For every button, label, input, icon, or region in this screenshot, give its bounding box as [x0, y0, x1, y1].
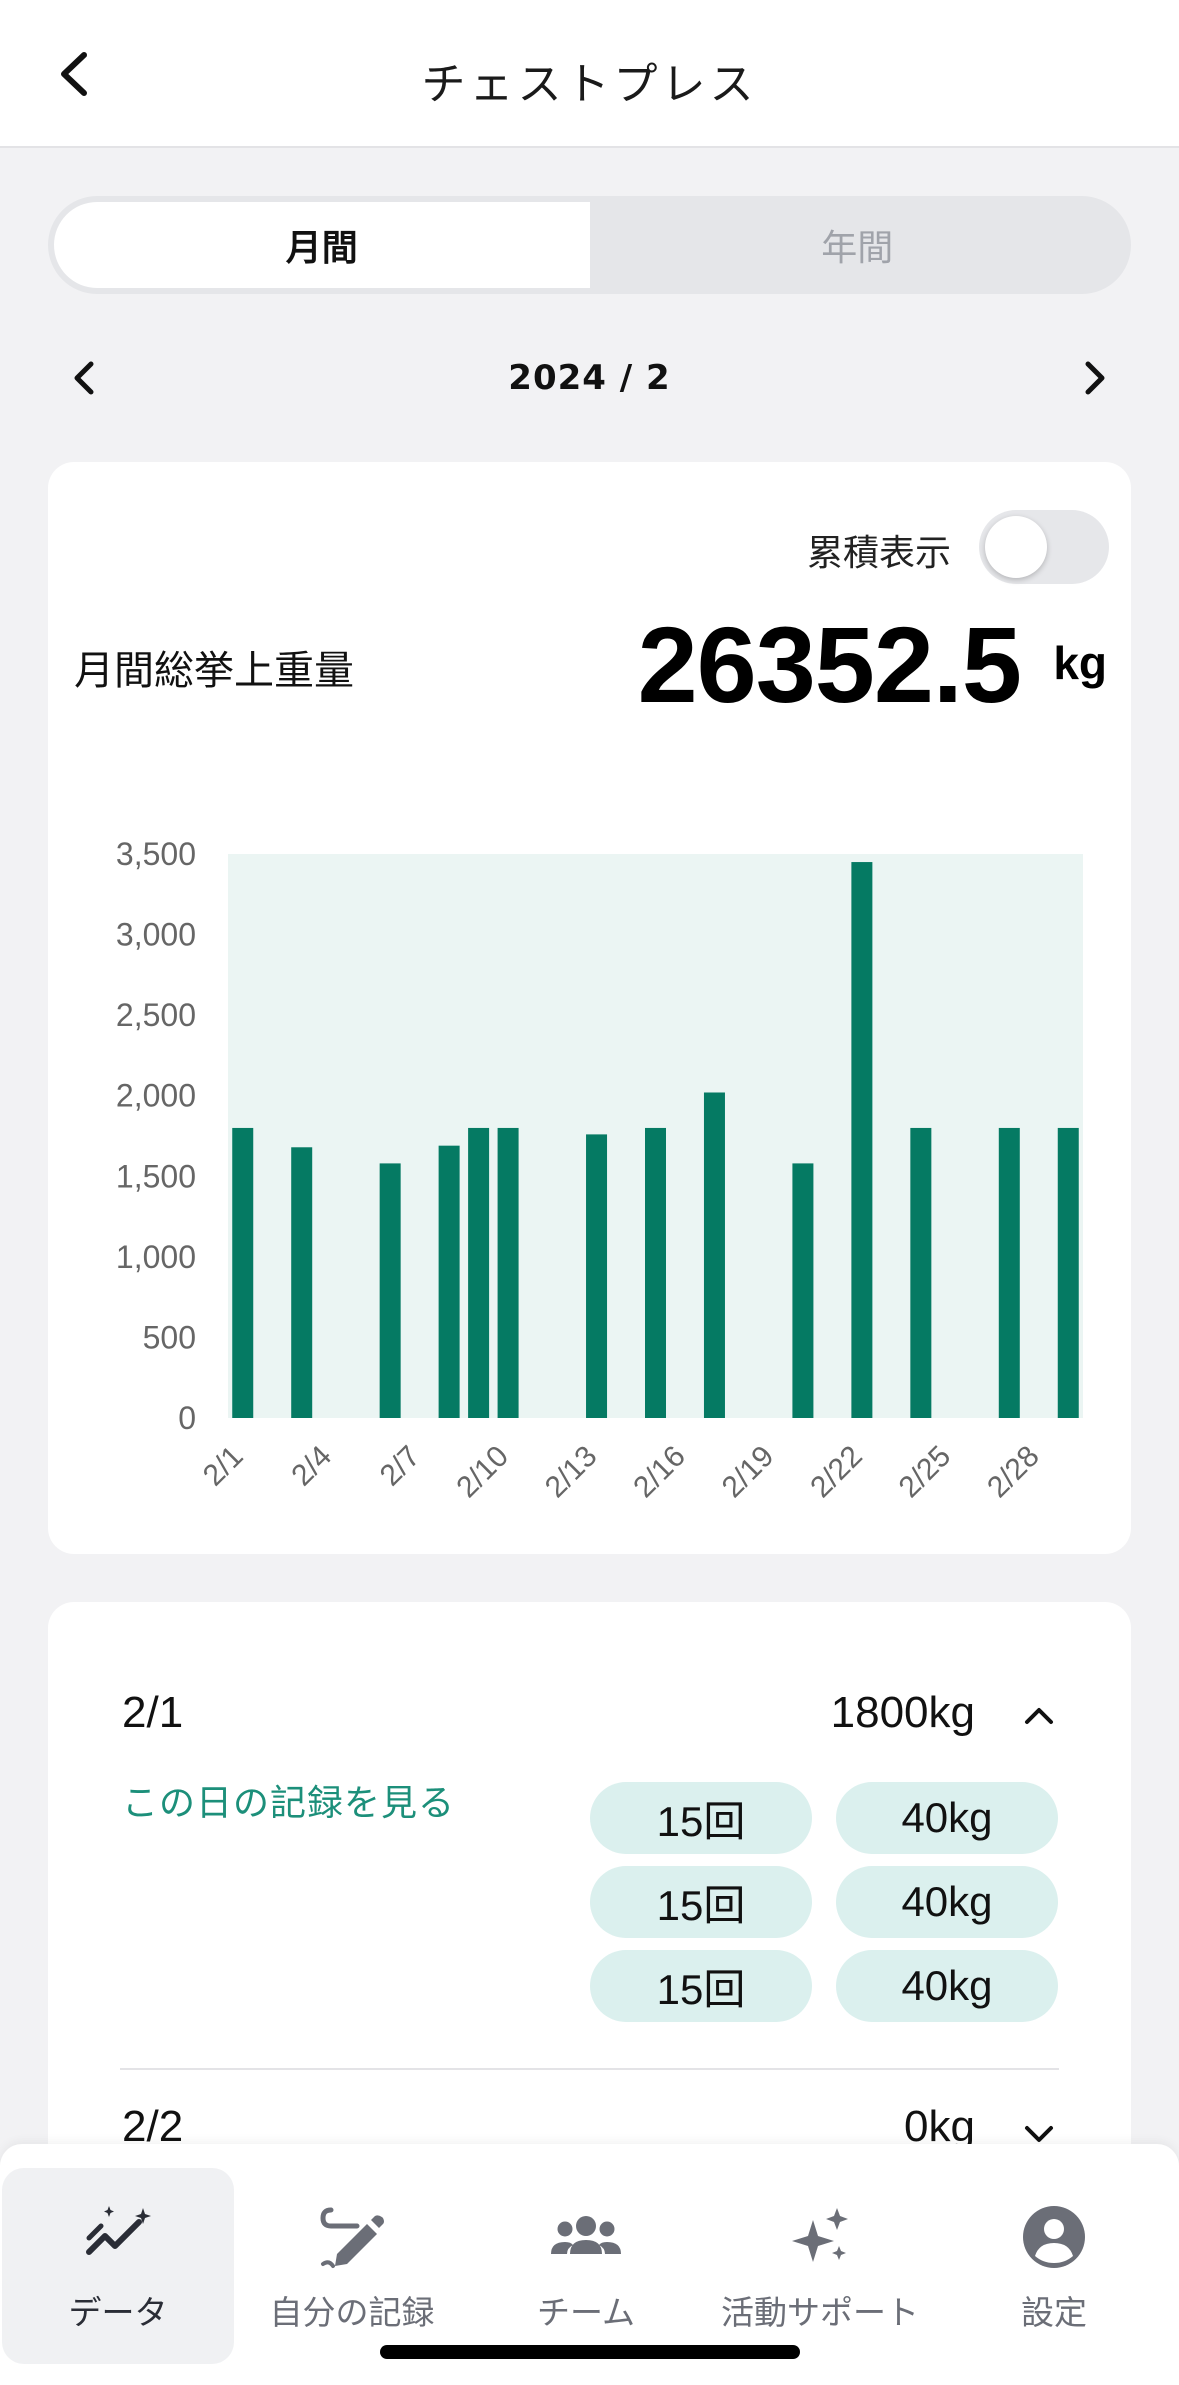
x-tick-label: 2/7: [374, 1440, 427, 1493]
chart-bar[interactable]: [645, 1127, 666, 1418]
chevron-up-icon[interactable]: [1021, 1698, 1057, 1734]
tab-data[interactable]: データ: [2, 2168, 234, 2364]
tab-label: データ: [68, 2293, 168, 2332]
total-weight-unit: kg: [1053, 637, 1107, 689]
set-weight-pill: 40kg: [836, 1782, 1058, 1854]
chart-bar[interactable]: [792, 1163, 814, 1418]
top-bar: チェストプレス: [0, 0, 1179, 148]
chart-bar[interactable]: [379, 1163, 401, 1418]
tab-my-records[interactable]: 自分の記録: [236, 2168, 468, 2364]
x-tick-label: 2/10: [450, 1440, 515, 1505]
x-tick-label: 2/22: [804, 1440, 869, 1505]
tab-settings[interactable]: 設定: [938, 2168, 1170, 2364]
y-tick-label: 500: [143, 1319, 196, 1355]
y-tick-label: 0: [178, 1400, 196, 1436]
page-title: チェストプレス: [421, 59, 758, 110]
current-month-label: 2024 / 2: [508, 358, 671, 398]
cumulative-toggle-label: 累積表示: [806, 533, 951, 574]
set-weight-pill: 40kg: [836, 1866, 1058, 1938]
total-weight-value: 26352.5: [637, 604, 1022, 725]
y-tick-label: 1,500: [116, 1158, 196, 1194]
view-day-record-link[interactable]: この日の記録を見る: [122, 1774, 455, 1826]
chart-bar[interactable]: [291, 1147, 313, 1418]
x-tick-label: 2/1: [197, 1440, 250, 1493]
period-segmented-control: 月間 年間: [48, 196, 1131, 294]
tab-label: 自分の記録: [269, 2293, 435, 2332]
chevron-right-icon: [1085, 361, 1105, 395]
sparkles-icon: [792, 2208, 848, 2262]
daily-records-card: 2/1 1800kg この日の記録を見る 15回 40kg 15回 40kg 1…: [48, 1602, 1131, 2202]
chart-bar[interactable]: [586, 1134, 608, 1418]
x-tick-label: 2/19: [716, 1440, 781, 1505]
chart-bar[interactable]: [998, 1127, 1020, 1418]
set-reps-pill: 15回: [590, 1950, 812, 2022]
chart-bar[interactable]: [851, 862, 873, 1418]
tab-label: 設定: [1021, 2293, 1087, 2332]
set-weight-pill: 40kg: [836, 1950, 1058, 2022]
daily-volume-bar-chart: 3,500 3,000 2,500 2,000 1,500 1,000 500 02/1 2/4…: [116, 836, 1083, 1505]
y-tick-label: 3,000: [116, 917, 196, 953]
chart-bar[interactable]: [468, 1127, 490, 1418]
y-tick-label: 1,000: [116, 1239, 196, 1275]
tab-label: チーム: [536, 2293, 635, 2332]
chart-bar[interactable]: [1057, 1127, 1079, 1418]
tab-yearly[interactable]: 年間: [590, 202, 1126, 288]
record-date: 2/1: [122, 1688, 184, 1737]
y-tick-label: 2,500: [116, 997, 196, 1033]
x-tick-label: 2/25: [893, 1440, 958, 1505]
home-indicator: [380, 2345, 800, 2359]
tab-team[interactable]: チーム: [470, 2168, 702, 2364]
x-tick-label: 2/13: [539, 1440, 604, 1505]
pencil-note-icon: [320, 2207, 384, 2268]
record-divider: [120, 2068, 1059, 2070]
tab-label: 活動サポート: [721, 2293, 919, 2332]
x-tick-label: 2/4: [285, 1440, 338, 1493]
chart-bar[interactable]: [910, 1127, 932, 1418]
chart-bar[interactable]: [703, 1092, 725, 1418]
chart-bar[interactable]: [232, 1127, 254, 1418]
next-month-button[interactable]: [1065, 348, 1125, 408]
total-weight-label: 月間総挙上重量: [74, 648, 354, 694]
y-tick-label: 3,500: [116, 836, 196, 872]
chart-sparkle-icon: [86, 2206, 151, 2255]
cumulative-toggle[interactable]: [979, 510, 1109, 584]
chart-bar[interactable]: [438, 1145, 460, 1418]
set-reps-pill: 15回: [590, 1782, 812, 1854]
month-navigator: 2024 / 2: [48, 340, 1131, 416]
record-total: 1800kg: [830, 1688, 975, 1737]
y-tick-label: 2,000: [116, 1078, 196, 1114]
tab-activity-support[interactable]: 活動サポート: [704, 2168, 936, 2364]
chart-card: 累積表示 月間総挙上重量 26352.5 kg 3,500 3,000 2,500 2…: [48, 462, 1131, 1554]
tab-monthly[interactable]: 月間: [54, 202, 590, 288]
account-icon: [1023, 2206, 1085, 2268]
x-tick-label: 2/28: [981, 1440, 1046, 1505]
set-reps-pill: 15回: [590, 1866, 812, 1938]
group-icon: [551, 2216, 621, 2254]
x-tick-label: 2/16: [627, 1440, 692, 1505]
toggle-knob: [985, 516, 1047, 578]
chart-bar[interactable]: [497, 1127, 519, 1418]
